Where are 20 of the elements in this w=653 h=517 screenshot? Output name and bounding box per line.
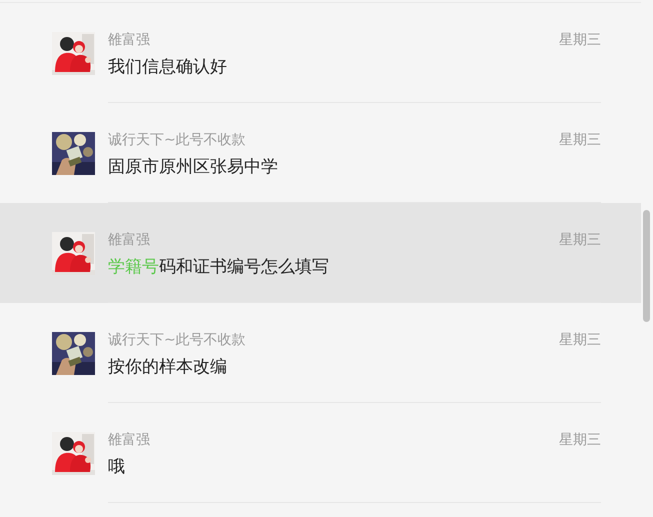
conversation-row[interactable]: 雒富强 星期三 我们信息确认好: [0, 3, 641, 103]
message-preview: 按你的样本改编: [108, 356, 228, 379]
sender-name: 诚行天下~此号不收款: [108, 331, 246, 350]
scrollbar-thumb[interactable]: [643, 210, 650, 322]
sender-name: 诚行天下~此号不收款: [108, 131, 246, 150]
conversation-row[interactable]: 雒富强 星期三 学籍号码和证书编号怎么填写: [0, 203, 641, 303]
message-time: 星期三: [559, 31, 601, 50]
message-preview: 固原市原州区张易中学: [108, 156, 279, 179]
message-time: 星期三: [559, 331, 601, 350]
message-preview: 我们信息确认好: [108, 56, 228, 79]
sender-name: 雒富强: [108, 231, 150, 250]
message-preview: 哦: [108, 456, 126, 479]
message-time: 星期三: [559, 431, 601, 450]
conversation-row[interactable]: 雒富强 星期三 哦: [0, 403, 641, 503]
conversation-row[interactable]: 诚行天下~此号不收款 星期三 按你的样本改编: [0, 303, 641, 403]
message-time: 星期三: [559, 231, 601, 250]
message-preview: 学籍号码和证书编号怎么填写: [108, 256, 330, 279]
sender-name: 雒富强: [108, 31, 150, 50]
sender-name: 雒富强: [108, 431, 150, 450]
message-time: 星期三: [559, 131, 601, 150]
